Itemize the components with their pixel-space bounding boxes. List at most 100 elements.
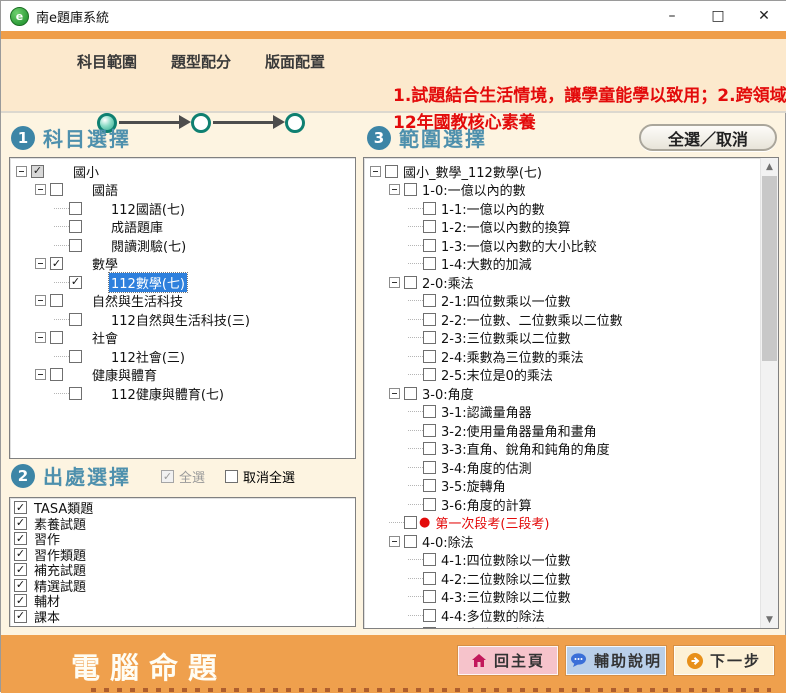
tree-node[interactable]: 2-0:乘法 (370, 273, 759, 292)
tree-node-label[interactable]: 1-3:一億以內數的大小比較 (439, 236, 599, 255)
source-item[interactable]: 精選試題 (14, 578, 353, 594)
checkbox[interactable] (404, 276, 417, 289)
checkbox[interactable] (423, 572, 436, 585)
tree-node[interactable]: 4-2:二位數除以二位數 (370, 569, 759, 588)
checkbox[interactable] (14, 594, 27, 607)
checkbox[interactable] (69, 202, 82, 215)
tree-node-label[interactable]: 4-1:四位數除以一位數 (439, 550, 573, 569)
tree-node[interactable]: 閱讀測驗(七) (16, 236, 353, 255)
collapse-icon[interactable] (389, 536, 400, 547)
tree-node[interactable]: 4-0:除法 (370, 532, 759, 551)
source-item[interactable]: 素養試題 (14, 516, 353, 532)
tree-node-label[interactable]: 2-4:乘數為三位數的乘法 (439, 347, 586, 366)
tree-node-label[interactable]: 第一次段考(三段考) (433, 513, 551, 532)
tree-node-label[interactable]: 國小_數學_112數學(七) (401, 162, 544, 181)
tree-node[interactable]: 2-3:三位數乘以二位數 (370, 329, 759, 348)
tree-node-label[interactable]: 國小 (71, 162, 101, 181)
tree-node[interactable]: 3-3:直角、銳角和鈍角的角度 (370, 440, 759, 459)
checkbox[interactable] (385, 165, 398, 178)
tree-node-label[interactable]: 1-2:一億以內數的換算 (439, 217, 573, 236)
checkbox[interactable] (423, 627, 436, 629)
tree-node-label[interactable]: 社會 (90, 328, 120, 347)
collapse-icon[interactable] (35, 184, 46, 195)
scroll-thumb[interactable] (762, 176, 777, 361)
checkbox[interactable] (31, 165, 44, 178)
tree-node[interactable]: 成語題庫 (16, 218, 353, 237)
collapse-icon[interactable] (389, 388, 400, 399)
source-item[interactable]: 輔材 (14, 593, 353, 609)
collapse-icon[interactable] (370, 166, 381, 177)
next-button[interactable]: 下一步 (674, 646, 774, 675)
tree-node-label[interactable]: 3-4:角度的估測 (439, 458, 534, 477)
tree-node[interactable]: 112社會(三) (16, 347, 353, 366)
collapse-icon[interactable] (35, 332, 46, 343)
tree-node-label[interactable]: 2-0:乘法 (420, 273, 476, 292)
checkbox[interactable] (423, 590, 436, 603)
tree-node-label[interactable]: 3-5:旋轉角 (439, 476, 508, 495)
checkbox[interactable] (69, 220, 82, 233)
checkbox[interactable] (423, 257, 436, 270)
tree-node-label[interactable]: 112社會(三) (109, 347, 187, 366)
checkbox[interactable] (423, 220, 436, 233)
tree-node-label[interactable]: 3-2:使用量角器量角和畫角 (439, 421, 599, 440)
tree-node[interactable]: 自然與生活科技 (16, 292, 353, 311)
scroll-down-icon[interactable]: ▼ (761, 611, 778, 628)
tree-node-label[interactable]: 成語題庫 (109, 217, 165, 236)
tree-node-label[interactable]: 112自然與生活科技(三) (109, 310, 252, 329)
minimize-button[interactable]: – (649, 1, 695, 31)
tree-node[interactable]: 4-1:四位數除以一位數 (370, 551, 759, 570)
checkbox[interactable] (404, 535, 417, 548)
checkbox[interactable] (423, 461, 436, 474)
checkbox[interactable] (14, 532, 27, 545)
checkbox[interactable] (14, 548, 27, 561)
tree-node[interactable]: 2-4:乘數為三位數的乘法 (370, 347, 759, 366)
checkbox[interactable] (69, 387, 82, 400)
tree-node[interactable]: 國語 (16, 181, 353, 200)
tree-node-label[interactable]: 數學 (90, 254, 120, 273)
checkbox[interactable] (404, 516, 417, 529)
checkbox[interactable] (50, 183, 63, 196)
tree-node-label[interactable]: 2-1:四位數乘以一位數 (439, 291, 573, 310)
tree-node[interactable]: 112數學(七) (16, 273, 353, 292)
tree-node[interactable]: 4-5:末位是0的除法 (370, 625, 759, 630)
checkbox[interactable] (50, 368, 63, 381)
checkbox[interactable] (423, 442, 436, 455)
tree-node-label[interactable]: 2-5:末位是0的乘法 (439, 365, 555, 384)
tree-node-label[interactable]: 3-0:角度 (420, 384, 476, 403)
select-toggle-button[interactable]: 全選／取消 (639, 124, 777, 151)
maximize-button[interactable]: □ (695, 1, 741, 31)
tree-node-label[interactable]: 4-4:多位數的除法 (439, 606, 547, 625)
tree-node-label[interactable]: 4-5:末位是0的除法 (439, 624, 555, 629)
tree-node[interactable]: 2-1:四位數乘以一位數 (370, 292, 759, 311)
tree-node-label[interactable]: 健康與體育 (90, 365, 159, 384)
tree-node-label[interactable]: 1-4:大數的加減 (439, 254, 534, 273)
deselect-all-checkbox[interactable] (225, 470, 238, 483)
tree-node[interactable]: 社會 (16, 329, 353, 348)
checkbox[interactable] (50, 257, 63, 270)
scroll-up-icon[interactable]: ▲ (761, 158, 778, 175)
checkbox[interactable] (50, 331, 63, 344)
checkbox[interactable] (14, 579, 27, 592)
checkbox[interactable] (423, 202, 436, 215)
checkbox[interactable] (423, 239, 436, 252)
tree-node[interactable]: 3-0:角度 (370, 384, 759, 403)
tree-node-label[interactable]: 112健康與體育(七) (109, 384, 226, 403)
checkbox[interactable] (423, 331, 436, 344)
tree-node[interactable]: 1-3:一億以內數的大小比較 (370, 236, 759, 255)
checkbox[interactable] (423, 498, 436, 511)
tree-node-label[interactable]: 2-3:三位數乘以二位數 (439, 328, 573, 347)
checkbox[interactable] (423, 405, 436, 418)
scrollbar[interactable]: ▲ ▼ (760, 158, 778, 628)
tree-node[interactable]: 3-5:旋轉角 (370, 477, 759, 496)
tree-node[interactable]: 4-4:多位數的除法 (370, 606, 759, 625)
tree-node-label[interactable]: 112數學(七) (109, 273, 187, 292)
tree-node-label[interactable]: 4-2:二位數除以二位數 (439, 569, 573, 588)
checkbox[interactable] (69, 276, 82, 289)
checkbox[interactable] (423, 553, 436, 566)
close-button[interactable]: ✕ (741, 1, 786, 31)
tree-node[interactable]: 3-2:使用量角器量角和畫角 (370, 421, 759, 440)
source-item[interactable]: 課本 (14, 609, 353, 625)
checkbox[interactable] (404, 387, 417, 400)
tree-node[interactable]: 112健康與體育(七) (16, 384, 353, 403)
home-button[interactable]: 回主頁 (458, 646, 558, 675)
